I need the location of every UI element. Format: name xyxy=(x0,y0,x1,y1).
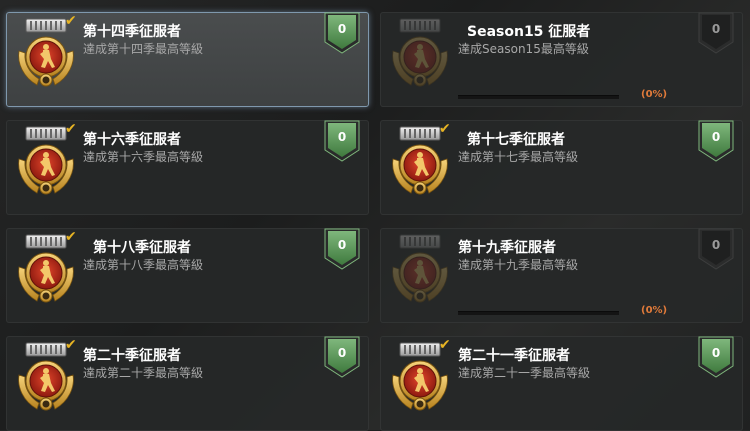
achievement-description: 達成第二十一季最高等級 xyxy=(458,366,591,380)
count-value: 0 xyxy=(711,22,721,36)
achievement-grid: ✔ 第十四季征服者 達成第十四季最高等級 0 Season15 征服者 達成Se… xyxy=(0,0,750,431)
completed-check-icon: ✔ xyxy=(439,337,451,353)
achievement-description: 達成第十八季最高等級 xyxy=(83,258,204,272)
completed-check-icon: ✔ xyxy=(65,13,77,29)
count-value: 0 xyxy=(337,22,347,36)
achievement-description: 達成第十九季最高等級 xyxy=(458,258,579,272)
count-badge: 0 xyxy=(324,228,360,270)
completed-check-icon: ✔ xyxy=(439,121,451,137)
achievement-title: 第十六季征服者 xyxy=(83,132,181,148)
achievement-card-season15[interactable]: Season15 征服者 達成Season15最高等級 0 (0%) xyxy=(380,12,743,107)
achievement-description: 達成第二十季最高等級 xyxy=(83,366,204,380)
achievement-card-season20[interactable]: ✔ 第二十季征服者 達成第二十季最高等級 0 xyxy=(6,336,369,431)
achievement-title: 第十八季征服者 xyxy=(93,240,191,256)
achievement-title: 第十四季征服者 xyxy=(83,24,181,40)
achievement-card-season17[interactable]: ✔ 第十七季征服者 達成第十七季最高等級 0 xyxy=(380,120,743,215)
achievement-card-season21[interactable]: ✔ 第二十一季征服者 達成第二十一季最高等級 0 xyxy=(380,336,743,431)
count-value: 0 xyxy=(711,238,721,252)
achievement-title: Season15 征服者 xyxy=(467,24,591,40)
progress-bar xyxy=(458,95,619,99)
completed-check-icon: ✔ xyxy=(65,229,77,245)
count-badge: 0 xyxy=(698,12,734,54)
achievement-title: 第二十季征服者 xyxy=(83,348,181,364)
achievement-description: 達成第十四季最高等級 xyxy=(83,42,204,56)
count-badge: 0 xyxy=(324,120,360,162)
conqueror-medal-icon xyxy=(392,18,448,87)
achievement-card-season19[interactable]: 第十九季征服者 達成第十九季最高等級 0 (0%) xyxy=(380,228,743,323)
completed-check-icon: ✔ xyxy=(65,337,77,353)
achievement-card-season18[interactable]: ✔ 第十八季征服者 達成第十八季最高等級 0 xyxy=(6,228,369,323)
achievement-description: 達成Season15最高等級 xyxy=(458,42,589,56)
count-badge: 0 xyxy=(698,120,734,162)
count-value: 0 xyxy=(337,130,347,144)
progress-label: (0%) xyxy=(641,89,668,100)
progress-bar xyxy=(458,311,619,315)
achievement-card-season16[interactable]: ✔ 第十六季征服者 達成第十六季最高等級 0 xyxy=(6,120,369,215)
achievement-title: 第二十一季征服者 xyxy=(458,348,570,364)
achievement-description: 達成第十六季最高等級 xyxy=(83,150,204,164)
count-value: 0 xyxy=(711,130,721,144)
achievement-title: 第十九季征服者 xyxy=(458,240,556,256)
progress-label: (0%) xyxy=(641,305,668,316)
achievement-description: 達成第十七季最高等級 xyxy=(458,150,579,164)
conqueror-medal-icon xyxy=(392,234,448,303)
count-badge: 0 xyxy=(698,228,734,270)
count-badge: 0 xyxy=(324,12,360,54)
count-value: 0 xyxy=(337,238,347,252)
count-value: 0 xyxy=(337,346,347,360)
achievement-card-season14[interactable]: ✔ 第十四季征服者 達成第十四季最高等級 0 xyxy=(6,12,369,107)
achievement-title: 第十七季征服者 xyxy=(467,132,565,148)
count-badge: 0 xyxy=(698,336,734,378)
count-value: 0 xyxy=(711,346,721,360)
count-badge: 0 xyxy=(324,336,360,378)
completed-check-icon: ✔ xyxy=(65,121,77,137)
